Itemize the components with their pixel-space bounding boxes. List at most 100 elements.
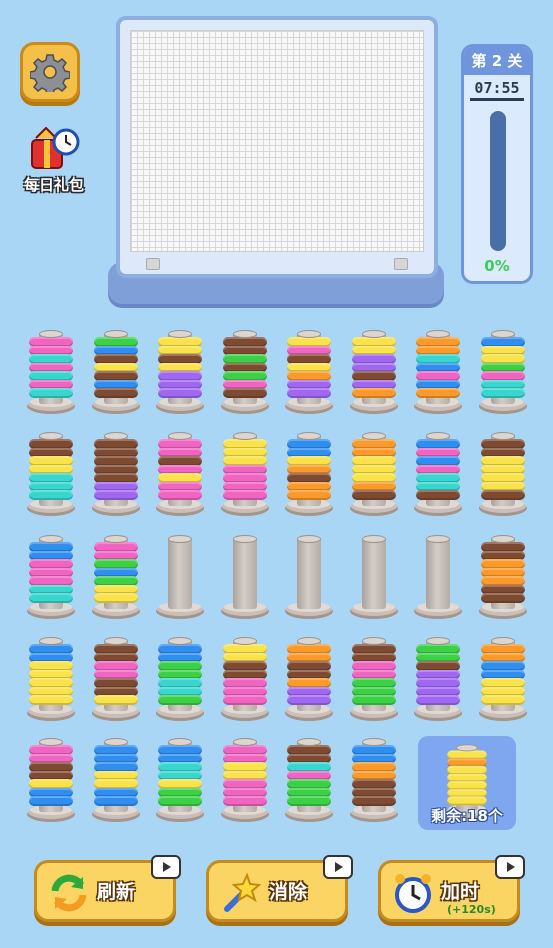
peg-pole-top	[297, 535, 321, 543]
peg-pole-top	[233, 330, 257, 338]
ring-stack	[223, 439, 267, 501]
peg-r2-c8[interactable]	[478, 432, 528, 516]
ring-stack	[29, 439, 73, 501]
peg-pole-top	[362, 637, 386, 645]
peg-r1-c8[interactable]	[478, 330, 528, 414]
ring-stack	[158, 644, 202, 706]
peg-pole-top	[39, 637, 63, 645]
peg-r3-c7[interactable]	[413, 535, 463, 619]
peg-pole-top	[426, 535, 450, 543]
add-time-button[interactable]: 加时 (+120s)	[378, 855, 525, 922]
ring-stack	[94, 337, 138, 399]
peg-r3-c1[interactable]	[26, 535, 76, 619]
peg-r4-c3[interactable]	[155, 637, 205, 721]
peg-r3-c2[interactable]	[91, 535, 141, 619]
settings-button[interactable]	[20, 42, 80, 102]
peg-r1-c2[interactable]	[91, 330, 141, 414]
peg-r3-c8[interactable]	[478, 535, 528, 619]
ring-stack	[447, 750, 487, 806]
peg-r1-c5[interactable]	[284, 330, 334, 414]
video-ad-icon	[151, 855, 181, 879]
ring-stack	[352, 439, 396, 501]
peg-r4-c5[interactable]	[284, 637, 334, 721]
ring-v	[287, 695, 331, 706]
peg-r2-c3[interactable]	[155, 432, 205, 516]
peg-r4-c4[interactable]	[220, 637, 270, 721]
video-ad-icon	[323, 855, 353, 879]
peg-r5-c1[interactable]	[26, 738, 76, 822]
peg-pole-top	[104, 738, 128, 746]
peg-r5-c5[interactable]	[284, 738, 334, 822]
peg-pole-top	[233, 535, 257, 543]
daily-gift-button[interactable]: 每日礼包	[14, 122, 94, 195]
peg-pole-top	[104, 432, 128, 440]
peg-pole-top	[39, 535, 63, 543]
board-clip-left	[146, 258, 160, 270]
peg-pole-top	[362, 738, 386, 746]
peg-r1-c4[interactable]	[220, 330, 270, 414]
peg-r2-c5[interactable]	[284, 432, 334, 516]
peg-r3-c5[interactable]	[284, 535, 334, 619]
ring-stack	[352, 337, 396, 399]
peg-r4-c1[interactable]	[26, 637, 76, 721]
peg-r5-c2[interactable]	[91, 738, 141, 822]
ring-stack	[416, 337, 460, 399]
peg-r4-c6[interactable]	[349, 637, 399, 721]
ring-stack	[481, 644, 525, 706]
peg-r1-c6[interactable]	[349, 330, 399, 414]
ring-br	[481, 593, 525, 604]
ring-b	[29, 796, 73, 807]
peg-pole	[297, 537, 321, 609]
pixel-grid	[130, 30, 424, 252]
ring-stack	[223, 644, 267, 706]
ring-br	[481, 490, 525, 501]
peg-r4-c7[interactable]	[413, 637, 463, 721]
peg-pole-top	[297, 738, 321, 746]
peg-r3-c4[interactable]	[220, 535, 270, 619]
ring-g	[158, 796, 202, 807]
ring-stack	[416, 439, 460, 501]
peg-pole-top	[426, 432, 450, 440]
peg-r2-c7[interactable]	[413, 432, 463, 516]
peg-r2-c6[interactable]	[349, 432, 399, 516]
peg-pole-top	[233, 738, 257, 746]
ring-stack	[94, 542, 138, 604]
peg-pole-top	[491, 432, 515, 440]
peg-r5-c4[interactable]	[220, 738, 270, 822]
peg-r5-c3[interactable]	[155, 738, 205, 822]
peg-pole-top	[39, 738, 63, 746]
peg-r1-c1[interactable]	[26, 330, 76, 414]
peg-r4-c2[interactable]	[91, 637, 141, 721]
ring-o	[416, 388, 460, 399]
ring-stack	[287, 337, 331, 399]
peg-pole-top	[104, 535, 128, 543]
refresh-button[interactable]: 刷新	[34, 855, 181, 922]
peg-r2-c4[interactable]	[220, 432, 270, 516]
ring-stack	[29, 745, 73, 807]
peg-r3-c3[interactable]	[155, 535, 205, 619]
level-progress-bar	[490, 111, 506, 251]
eliminate-button[interactable]: 消除	[206, 855, 353, 922]
peg-pole-top	[168, 432, 192, 440]
peg-r2-c2[interactable]	[91, 432, 141, 516]
timer-underline	[470, 98, 524, 101]
peg-r1-c7[interactable]	[413, 330, 463, 414]
ring-p	[223, 695, 267, 706]
peg-pole-top	[233, 637, 257, 645]
ring-p	[158, 490, 202, 501]
ring-y	[94, 695, 138, 706]
ring-y	[29, 695, 73, 706]
peg-pole-top	[297, 330, 321, 338]
peg-r2-c1[interactable]	[26, 432, 76, 516]
ring-g	[287, 796, 331, 807]
peg-pole-top	[39, 432, 63, 440]
peg-pole-top	[362, 432, 386, 440]
peg-r3-c6[interactable]	[349, 535, 399, 619]
peg-r4-c8[interactable]	[478, 637, 528, 721]
remaining-count-label: 剩余:18个	[431, 807, 503, 825]
level-title: 第 2 关	[464, 47, 530, 75]
level-progress-label: 0%	[484, 257, 510, 275]
board-clip-right	[394, 258, 408, 270]
peg-r5-c6[interactable]	[349, 738, 399, 822]
peg-r1-c3[interactable]	[155, 330, 205, 414]
